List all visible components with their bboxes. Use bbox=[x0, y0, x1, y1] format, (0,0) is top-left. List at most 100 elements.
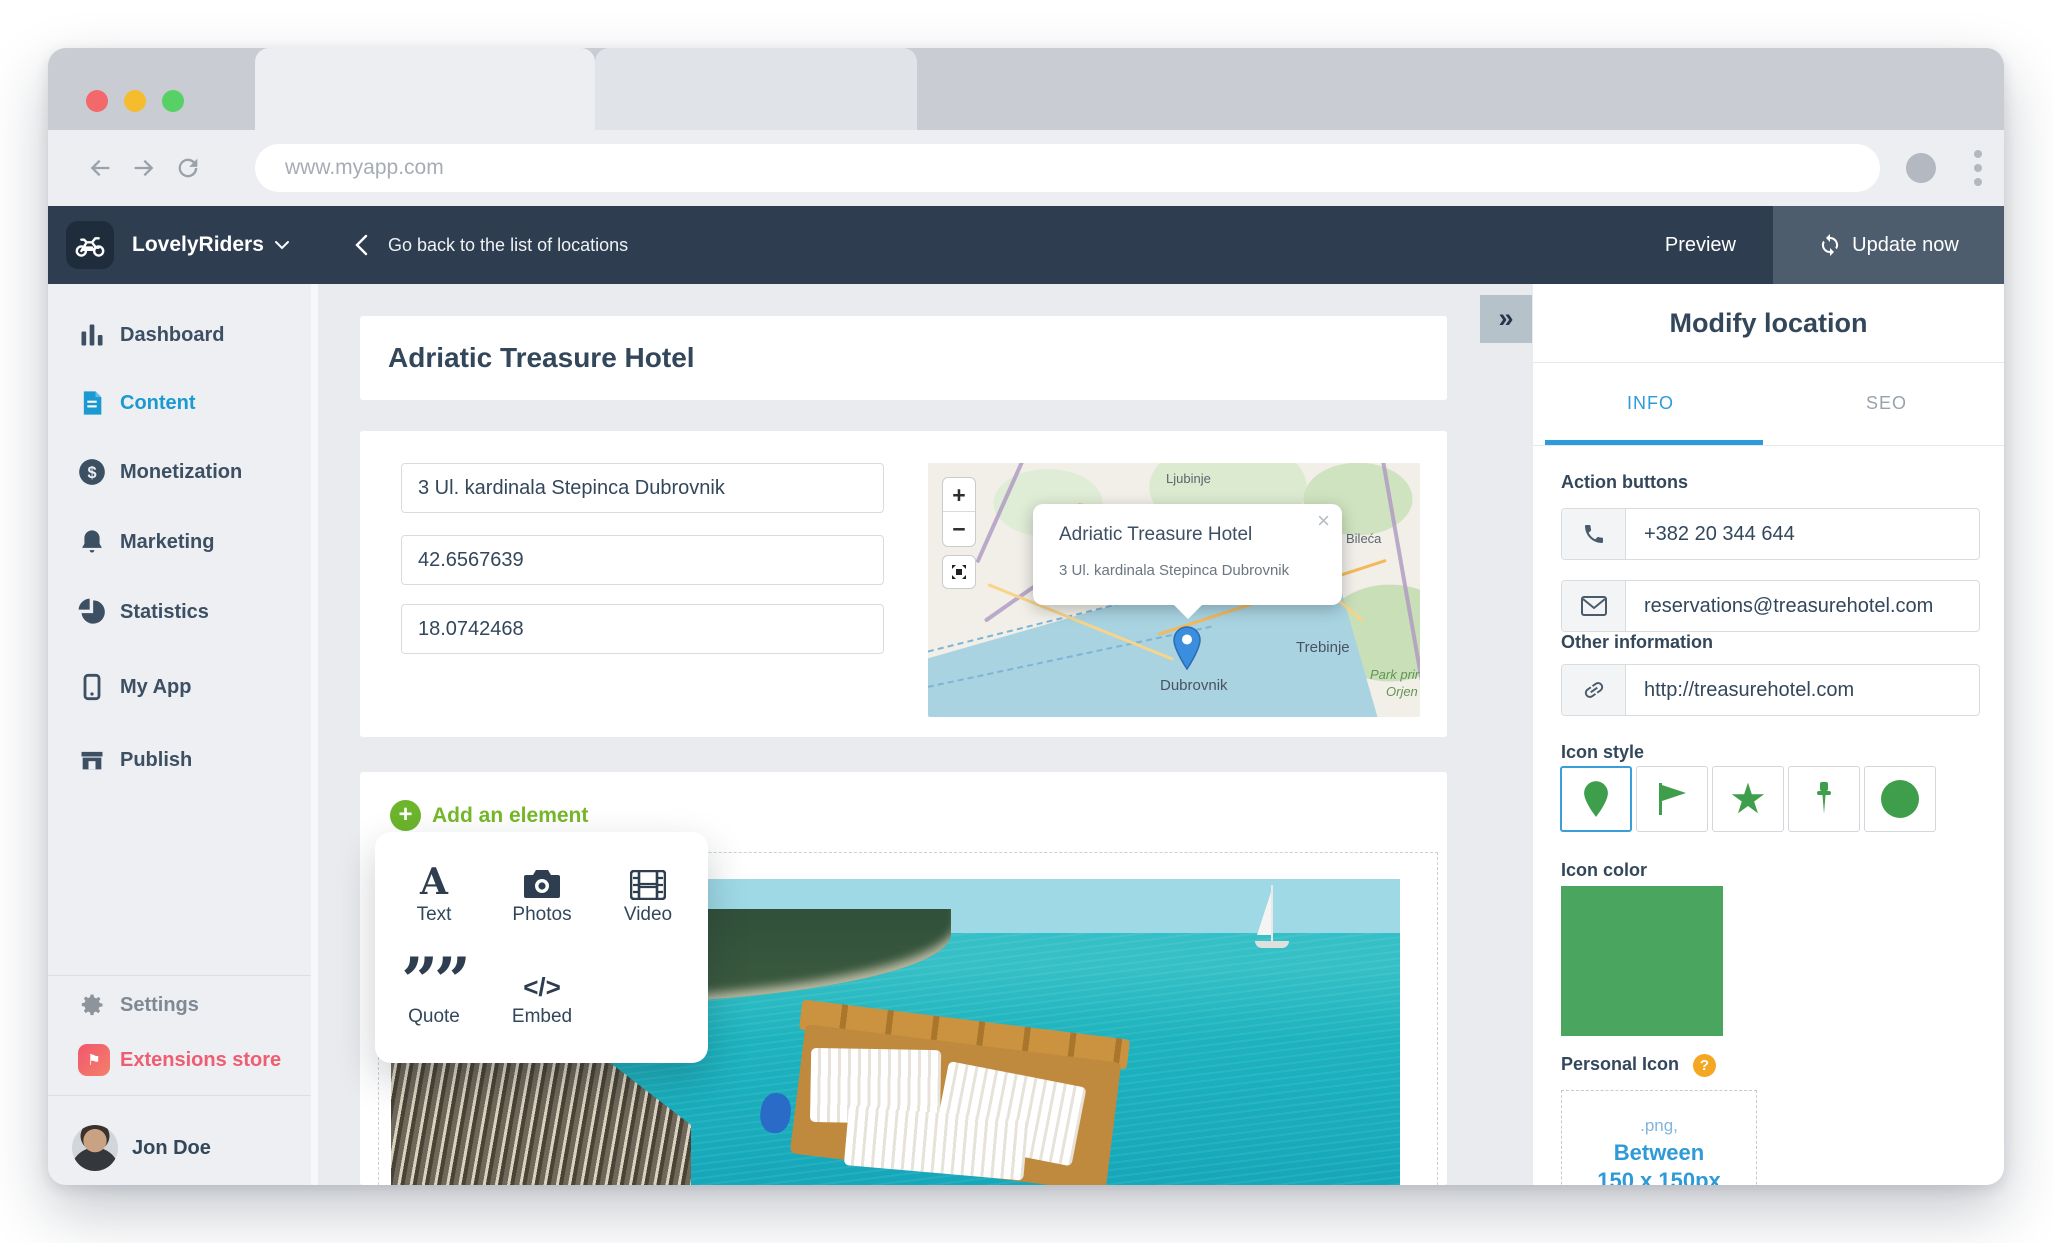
sidebar-item-content[interactable]: Content bbox=[48, 379, 311, 427]
dollar-icon: $ bbox=[78, 458, 106, 486]
avatar[interactable] bbox=[72, 1125, 118, 1171]
browser-menu-icon[interactable] bbox=[1974, 150, 1982, 158]
back-to-locations-link[interactable]: Go back to the list of locations bbox=[388, 206, 628, 284]
update-now-button[interactable]: Update now bbox=[1773, 206, 2004, 284]
menu-item-photos[interactable]: Photos bbox=[497, 858, 587, 926]
personal-icon-label: Personal Icon bbox=[1561, 1054, 1679, 1075]
fullscreen-button[interactable] bbox=[942, 555, 976, 589]
address-bar[interactable]: www.myapp.com bbox=[255, 144, 1880, 192]
motorcycle-icon bbox=[74, 229, 106, 261]
browser-profile-icon[interactable] bbox=[1906, 153, 1936, 183]
sidebar-item-marketing[interactable]: Marketing bbox=[48, 518, 311, 566]
email-input[interactable] bbox=[1626, 581, 1979, 631]
icon-style-circle[interactable] bbox=[1864, 766, 1936, 832]
browser-tab-strip bbox=[48, 48, 2004, 130]
longitude-input[interactable] bbox=[401, 604, 884, 654]
chevron-down-icon[interactable] bbox=[274, 240, 290, 250]
add-icon[interactable]: + bbox=[390, 800, 421, 831]
brand-name[interactable]: LovelyRiders bbox=[132, 206, 264, 284]
menu-item-video[interactable]: Video bbox=[603, 858, 693, 926]
add-element-button[interactable]: Add an element bbox=[432, 800, 588, 831]
icon-color-swatch[interactable] bbox=[1561, 886, 1723, 1036]
sidebar-item-publish[interactable]: Publish bbox=[48, 736, 311, 784]
personal-icon-upload[interactable]: .png, Between 150 x 150px bbox=[1561, 1090, 1757, 1185]
icon-style-flag[interactable] bbox=[1636, 766, 1708, 832]
preview-button[interactable]: Preview bbox=[1665, 206, 1736, 284]
smartphone-icon bbox=[78, 673, 106, 701]
phone-icon bbox=[1562, 509, 1626, 559]
sidebar-item-label: Marketing bbox=[120, 518, 214, 566]
map-zoom-controls: + − bbox=[942, 477, 976, 547]
email-field-group bbox=[1561, 580, 1980, 632]
phone-input[interactable] bbox=[1626, 509, 1979, 559]
zoom-out-button[interactable]: − bbox=[943, 512, 975, 546]
latitude-input[interactable] bbox=[401, 535, 884, 585]
map-popup: Adriatic Treasure Hotel 3 Ul. kardinala … bbox=[1033, 504, 1342, 605]
sidebar-item-extensions-store[interactable]: ⚑ Extensions store bbox=[48, 1036, 311, 1084]
icon-style-star[interactable]: ★ bbox=[1712, 766, 1784, 832]
menu-item-text[interactable]: A Text bbox=[389, 858, 479, 926]
document-icon bbox=[78, 389, 106, 417]
tab-info[interactable]: INFO bbox=[1533, 364, 1768, 446]
menu-item-label: Embed bbox=[497, 1006, 587, 1028]
icon-style-pushpin[interactable] bbox=[1788, 766, 1860, 832]
svg-text:$: $ bbox=[87, 464, 96, 482]
location-title-card: Adriatic Treasure Hotel bbox=[360, 316, 1447, 400]
zoom-in-button[interactable]: + bbox=[943, 478, 975, 512]
camera-icon bbox=[497, 858, 587, 900]
sidebar-item-statistics[interactable]: Statistics bbox=[48, 588, 311, 636]
phone-field-group bbox=[1561, 508, 1980, 560]
tab-seo[interactable]: SEO bbox=[1769, 364, 2004, 446]
map-label: Trebinje bbox=[1296, 639, 1350, 656]
sync-icon bbox=[1818, 233, 1842, 257]
sidebar-item-dashboard[interactable]: Dashboard bbox=[48, 311, 311, 359]
icon-style-pin[interactable] bbox=[1560, 766, 1632, 832]
link-icon bbox=[1562, 665, 1626, 715]
text-icon: A bbox=[389, 858, 479, 900]
close-window-button[interactable] bbox=[86, 90, 108, 112]
map-popup-address: 3 Ul. kardinala Stepinca Dubrovnik bbox=[1059, 562, 1289, 579]
app-header: LovelyRiders Go back to the list of loca… bbox=[48, 206, 2004, 284]
brand-logo[interactable] bbox=[66, 221, 114, 269]
map-country-border bbox=[975, 463, 1027, 563]
quote-icon: ”” bbox=[389, 960, 479, 1002]
back-icon[interactable] bbox=[86, 154, 114, 182]
help-icon[interactable]: ? bbox=[1693, 1054, 1716, 1077]
close-icon[interactable]: × bbox=[1317, 508, 1330, 534]
browser-tab-inactive[interactable] bbox=[595, 48, 917, 130]
browser-menu-icon[interactable] bbox=[1974, 164, 1982, 172]
sidebar-item-label: Statistics bbox=[120, 588, 209, 636]
forward-icon[interactable] bbox=[130, 154, 158, 182]
browser-tab-active[interactable] bbox=[255, 48, 595, 130]
maximize-window-button[interactable] bbox=[162, 90, 184, 112]
map-label: Park prir bbox=[1370, 667, 1419, 682]
menu-item-quote[interactable]: ”” Quote bbox=[389, 960, 479, 1028]
collapse-panel-button[interactable]: » bbox=[1480, 295, 1532, 343]
chevron-left-icon[interactable] bbox=[354, 234, 368, 256]
browser-menu-icon[interactable] bbox=[1974, 178, 1982, 186]
website-field-group bbox=[1561, 664, 1980, 716]
sidebar-item-monetization[interactable]: $ Monetization bbox=[48, 448, 311, 496]
sidebar-item-settings[interactable]: Settings bbox=[48, 981, 311, 1029]
address-input[interactable] bbox=[401, 463, 884, 513]
website-input[interactable] bbox=[1626, 665, 1979, 715]
chevron-right-double-icon: » bbox=[1498, 303, 1513, 333]
location-form-card: Ljubinje Bileća Trebinje Dubrovnik Park … bbox=[360, 431, 1447, 737]
code-icon: </> bbox=[497, 960, 587, 1002]
user-name[interactable]: Jon Doe bbox=[132, 1125, 211, 1171]
reload-icon[interactable] bbox=[174, 154, 202, 182]
menu-item-embed[interactable]: </> Embed bbox=[497, 960, 587, 1028]
sidebar-item-label: Dashboard bbox=[120, 311, 224, 359]
location-map[interactable]: Ljubinje Bileća Trebinje Dubrovnik Park … bbox=[928, 463, 1420, 717]
panel-tabs: INFO SEO bbox=[1533, 364, 2004, 446]
sidebar-item-my-app[interactable]: My App bbox=[48, 663, 311, 711]
star-icon: ★ bbox=[1729, 778, 1767, 820]
upload-hint-size-1: Between bbox=[1562, 1139, 1756, 1167]
modify-location-panel: Modify location INFO SEO Action buttons … bbox=[1533, 284, 2004, 1185]
sidebar-item-label: Monetization bbox=[120, 448, 242, 496]
map-marker-icon[interactable] bbox=[1172, 626, 1202, 670]
sidebar-item-label: Publish bbox=[120, 736, 192, 784]
minimize-window-button[interactable] bbox=[124, 90, 146, 112]
upload-hint-size-2: 150 x 150px bbox=[1562, 1167, 1756, 1185]
sidebar-item-label: Extensions store bbox=[120, 1036, 281, 1084]
